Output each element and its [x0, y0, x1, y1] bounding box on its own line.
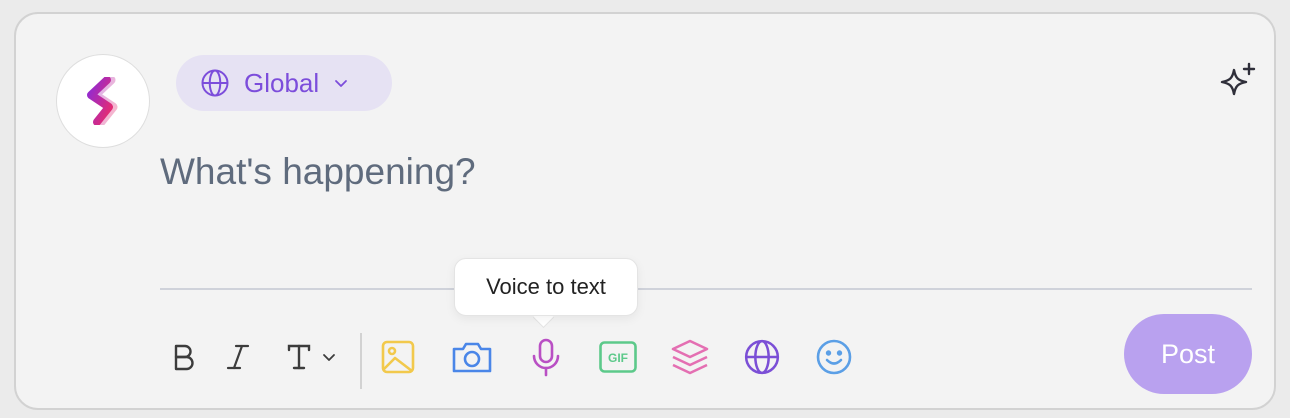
text-style-button[interactable] — [276, 335, 346, 379]
post-button[interactable]: Post — [1124, 314, 1252, 394]
audience-label: Global — [244, 67, 320, 98]
tooltip-text: Voice to text — [486, 274, 606, 299]
globe-button[interactable] — [740, 335, 784, 379]
image-button[interactable] — [376, 335, 420, 379]
voice-to-text-tooltip: Voice to text — [454, 258, 638, 316]
voice-to-text-button[interactable] — [524, 335, 568, 379]
globe-icon — [201, 69, 229, 97]
chevron-down-icon — [323, 354, 335, 361]
emoji-icon — [816, 339, 852, 375]
layers-button[interactable] — [668, 335, 712, 379]
text-style-icon — [287, 344, 311, 370]
chevron-down-icon — [335, 80, 348, 87]
avatar[interactable] — [56, 54, 150, 148]
gif-label: GIF — [608, 351, 628, 365]
gif-icon: GIF — [599, 341, 637, 373]
italic-button[interactable] — [216, 335, 260, 379]
toolbar-separator — [360, 333, 362, 389]
image-icon — [381, 340, 415, 374]
camera-button[interactable] — [450, 335, 494, 379]
camera-icon — [452, 342, 492, 373]
bold-icon — [174, 344, 194, 371]
divider — [160, 288, 1252, 290]
bold-button[interactable] — [162, 335, 206, 379]
layers-icon — [671, 339, 709, 375]
italic-icon — [226, 344, 250, 370]
gif-button[interactable]: GIF — [596, 335, 640, 379]
microphone-icon — [532, 338, 560, 377]
globe-icon — [744, 339, 780, 375]
ai-sparkle-icon[interactable] — [1218, 60, 1260, 102]
brand-logo-icon — [87, 77, 118, 125]
emoji-button[interactable] — [812, 335, 856, 379]
composer-input[interactable] — [160, 146, 1250, 198]
audience-selector[interactable]: Global — [176, 55, 392, 111]
